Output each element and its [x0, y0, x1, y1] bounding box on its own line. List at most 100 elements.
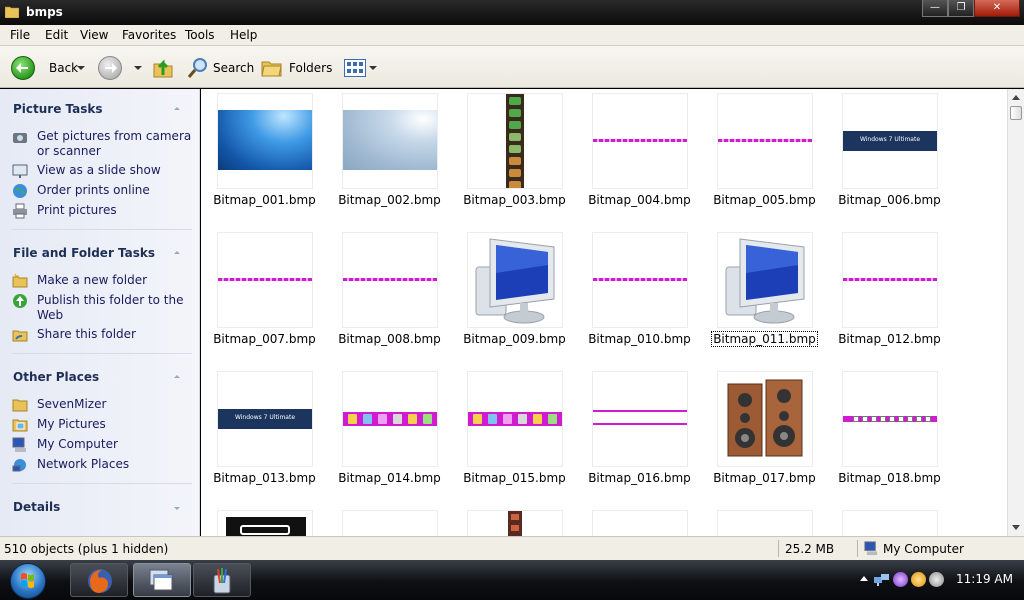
file-name[interactable]: Bitmap_017.bmp	[702, 471, 827, 485]
file-thumbnail[interactable]	[842, 232, 938, 328]
file-item[interactable]: Bitmap_011.bmp	[702, 228, 827, 358]
start-button[interactable]	[10, 563, 46, 599]
file-item[interactable]: Bitmap_017.bmp	[702, 367, 827, 497]
other-places-title[interactable]: Other Places	[13, 370, 99, 384]
file-thumbnail[interactable]	[592, 232, 688, 328]
file-thumbnail[interactable]: Windows 7 Ultimate	[217, 371, 313, 467]
taskbar-explorer[interactable]	[133, 563, 191, 597]
file-item[interactable]: Bitmap_014.bmp	[327, 367, 452, 497]
scroll-down-arrow[interactable]	[1012, 525, 1020, 530]
file-name[interactable]: Bitmap_002.bmp	[327, 193, 452, 207]
file-name[interactable]: Bitmap_004.bmp	[577, 193, 702, 207]
file-thumbnail[interactable]	[217, 510, 313, 536]
file-name[interactable]: Bitmap_018.bmp	[827, 471, 952, 485]
scroll-up-arrow[interactable]	[1012, 95, 1020, 100]
file-name[interactable]: Bitmap_012.bmp	[827, 332, 952, 346]
file-thumbnail[interactable]	[592, 371, 688, 467]
taskbar-firefox[interactable]	[70, 563, 128, 597]
file-thumbnail[interactable]	[217, 232, 313, 328]
file-name[interactable]: Bitmap_009.bmp	[452, 332, 577, 346]
file-thumbnail[interactable]	[342, 510, 438, 536]
search-button[interactable]: Search	[187, 56, 254, 80]
file-name[interactable]: Bitmap_016.bmp	[577, 471, 702, 485]
file-thumbnail[interactable]	[717, 510, 813, 536]
menu-tools[interactable]: Tools	[185, 28, 215, 42]
scroll-thumb[interactable]	[1010, 106, 1022, 120]
collapse-icon[interactable]	[174, 251, 180, 254]
file-name[interactable]: Bitmap_007.bmp	[202, 332, 327, 346]
collapse-icon[interactable]	[174, 107, 180, 110]
up-folder-button[interactable]	[152, 56, 174, 80]
menu-help[interactable]: Help	[230, 28, 257, 42]
file-item[interactable]: Bitmap_009.bmp	[452, 228, 577, 358]
file-name[interactable]: Bitmap_015.bmp	[452, 471, 577, 485]
file-thumbnail[interactable]	[467, 93, 563, 189]
close-button[interactable]: ✕	[974, 0, 1020, 17]
file-item[interactable]: Windows 7 Ultimate Bitmap_013.bmp	[202, 367, 327, 497]
place-my-pictures[interactable]: My Pictures	[12, 417, 192, 433]
taskbar-paint[interactable]	[193, 563, 251, 597]
network-tray-icon[interactable]	[874, 572, 890, 587]
file-thumbnail[interactable]	[342, 232, 438, 328]
file-name[interactable]: Bitmap_010.bmp	[577, 332, 702, 346]
vertical-scrollbar[interactable]	[1007, 89, 1024, 536]
task-get-pictures[interactable]: Get pictures from camera or scanner	[12, 129, 192, 159]
file-name[interactable]: Bitmap_001.bmp	[202, 193, 327, 207]
file-thumbnail[interactable]	[342, 371, 438, 467]
file-item[interactable]: Bitmap_010.bmp	[577, 228, 702, 358]
file-item[interactable]: Bitmap_012.bmp	[827, 228, 952, 358]
file-name[interactable]: Bitmap_014.bmp	[327, 471, 452, 485]
file-thumbnail[interactable]	[592, 510, 688, 536]
task-slide-show[interactable]: View as a slide show	[12, 163, 192, 179]
forward-history-dropdown[interactable]	[134, 56, 142, 80]
task-share-folder[interactable]: Share this folder	[12, 327, 192, 343]
menu-file[interactable]: File	[10, 28, 30, 42]
task-publish-web[interactable]: Publish this folder to the Web	[12, 293, 192, 323]
menu-favorites[interactable]: Favorites	[122, 28, 176, 42]
file-thumbnail[interactable]	[717, 371, 813, 467]
file-item[interactable]: Bitmap_008.bmp	[327, 228, 452, 358]
file-name[interactable]: Bitmap_006.bmp	[827, 193, 952, 207]
back-button[interactable]: Back	[11, 56, 78, 80]
picture-tasks-title[interactable]: Picture Tasks	[13, 102, 103, 116]
place-sevenmizer[interactable]: SevenMizer	[12, 397, 192, 413]
file-item[interactable]: Bitmap_004.bmp	[577, 89, 702, 219]
file-thumbnail[interactable]	[717, 232, 813, 328]
forward-button[interactable]	[98, 56, 122, 80]
file-folder-tasks-title[interactable]: File and Folder Tasks	[13, 246, 155, 260]
file-thumbnail[interactable]	[342, 93, 438, 189]
file-thumbnail[interactable]: Windows 7 Ultimate	[842, 93, 938, 189]
file-item[interactable]: Bitmap_018.bmp	[827, 367, 952, 497]
file-thumbnail[interactable]	[467, 510, 563, 536]
file-item[interactable]: Bitmap_016.bmp	[577, 367, 702, 497]
task-new-folder[interactable]: Make a new folder	[12, 273, 192, 289]
file-item[interactable]: Bitmap_005.bmp	[702, 89, 827, 219]
task-print-pictures[interactable]: Print pictures	[12, 203, 192, 219]
file-item[interactable]: Bitmap_002.bmp	[327, 89, 452, 219]
file-item[interactable]: Bitmap_001.bmp	[202, 89, 327, 219]
file-name[interactable]: Bitmap_005.bmp	[702, 193, 827, 207]
file-thumbnail[interactable]	[217, 93, 313, 189]
folders-button[interactable]: Folders	[261, 56, 332, 80]
media-tray-icon[interactable]	[893, 572, 908, 587]
file-item[interactable]: Bitmap_007.bmp	[202, 228, 327, 358]
file-name[interactable]: Bitmap_003.bmp	[452, 193, 577, 207]
update-tray-icon[interactable]	[911, 572, 926, 587]
file-thumbnail[interactable]	[842, 510, 938, 536]
place-my-computer[interactable]: My Computer	[12, 437, 192, 453]
file-thumbnail[interactable]	[592, 93, 688, 189]
file-item[interactable]: Bitmap_003.bmp	[452, 89, 577, 219]
place-network[interactable]: Network Places	[12, 457, 192, 473]
file-thumbnail[interactable]	[842, 371, 938, 467]
clock[interactable]: 11:19 AM	[956, 572, 1013, 586]
file-thumbnail[interactable]	[467, 232, 563, 328]
menu-edit[interactable]: Edit	[45, 28, 68, 42]
file-thumbnail[interactable]	[467, 371, 563, 467]
task-order-prints[interactable]: Order prints online	[12, 183, 192, 199]
show-hidden-icons-icon[interactable]	[860, 576, 868, 581]
file-name[interactable]: Bitmap_008.bmp	[327, 332, 452, 346]
views-button[interactable]	[344, 56, 377, 80]
minimize-button[interactable]: —	[922, 0, 948, 17]
maximize-button[interactable]: ❐	[948, 0, 974, 17]
file-name[interactable]: Bitmap_011.bmp	[702, 331, 827, 347]
